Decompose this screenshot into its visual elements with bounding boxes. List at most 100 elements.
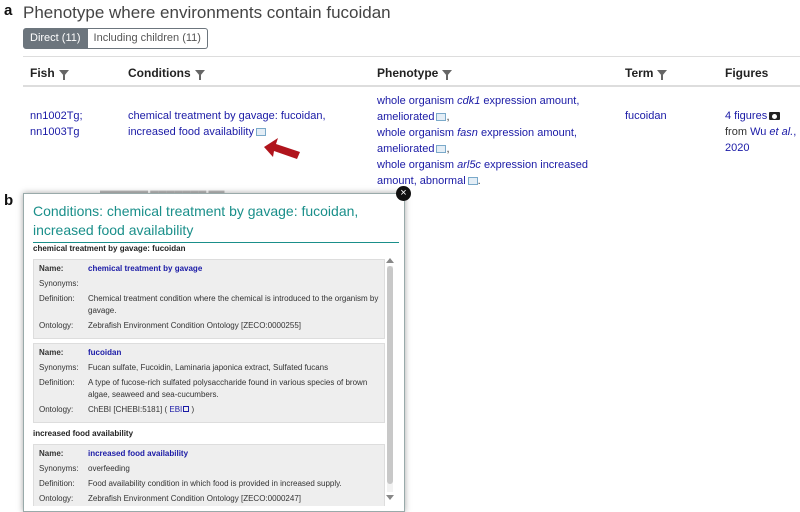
author-text: Wu xyxy=(750,126,770,138)
phenotype-note-icon[interactable] xyxy=(467,177,478,185)
filter-toggle-group: Direct (11) Including children (11) xyxy=(23,28,208,49)
section-heading: chemical treatment by gavage: fucoidan xyxy=(33,244,186,253)
column-header-conditions[interactable]: Conditions xyxy=(128,66,205,80)
label-name: Name: xyxy=(39,264,64,273)
gene-name: arl5c xyxy=(457,159,481,171)
phenotype-text: whole organism xyxy=(377,127,458,139)
column-label: Phenotype xyxy=(377,66,439,80)
conditions-link-2[interactable]: increased food availability xyxy=(128,126,254,138)
panel-label-a: a xyxy=(4,2,13,19)
scroll-up-icon[interactable] xyxy=(386,258,394,263)
table-row: nn1002Tg; nn1003Tg chemical treatment by… xyxy=(23,87,800,197)
phenotype-text: expression increased xyxy=(480,159,588,171)
camera-icon xyxy=(769,112,781,120)
label-name: Name: xyxy=(39,449,64,458)
figures-link[interactable]: 4 figures xyxy=(725,110,767,122)
term-name-link[interactable]: fucoidan xyxy=(88,347,379,359)
close-icon[interactable]: × xyxy=(396,186,411,201)
ontology-value: Zebrafish Environment Condition Ontology… xyxy=(88,494,302,503)
term-detail-box: Name: increased food availability Synonym… xyxy=(33,444,385,506)
phenotype-cell: whole organism cdk1 expression amount, a… xyxy=(377,95,588,187)
definition-value: Chemical treatment condition where the c… xyxy=(88,294,379,315)
term-link[interactable]: fucoidan xyxy=(625,110,667,122)
conditions-link-1[interactable]: chemical treatment by gavage: fucoidan, xyxy=(128,110,326,122)
phenotype-note-icon[interactable] xyxy=(436,145,447,153)
column-header-figures: Figures xyxy=(725,66,768,80)
synonyms-value: Fucan sulfate, Fucoidin, Laminaria japon… xyxy=(88,363,329,372)
panel-label-b: b xyxy=(4,192,14,209)
column-header-term[interactable]: Term xyxy=(625,66,668,80)
column-header-fish[interactable]: Fish xyxy=(30,66,69,80)
scrollbar-thumb[interactable] xyxy=(387,266,393,484)
publication-year-link[interactable]: 2020 xyxy=(725,142,749,154)
phenotype-qualifier-1[interactable]: ameliorated xyxy=(377,111,434,123)
phenotype-note-icon[interactable] xyxy=(436,113,447,121)
label-definition: Definition: xyxy=(39,378,75,387)
et-al-text: et al. xyxy=(769,126,794,138)
phenotype-table: Fish Conditions Phenotype Term Figures n… xyxy=(23,56,800,197)
conditions-popup: Conditions: chemical treatment by gavage… xyxy=(23,193,405,512)
column-label: Conditions xyxy=(128,66,191,80)
label-ontology: Ontology: xyxy=(39,494,74,503)
popup-title: Conditions: chemical treatment by gavage… xyxy=(33,202,399,243)
ontology-value: Zebrafish Environment Condition Ontology… xyxy=(88,321,302,330)
gene-name: fasn xyxy=(457,127,478,139)
phenotype-text: whole organism xyxy=(377,95,458,107)
synonyms-value: overfeeding xyxy=(88,464,130,473)
phenotype-qualifier-3[interactable]: amount, abnormal xyxy=(377,175,466,187)
phenotype-text: expression amount, xyxy=(480,95,580,107)
label-definition: Definition: xyxy=(39,294,75,303)
including-children-toggle-button[interactable]: Including children (11) xyxy=(87,28,208,49)
column-label: Term xyxy=(625,66,654,80)
ontology-value: ChEBI [CHEBI:5181] ( EBI ) xyxy=(88,404,379,416)
term-detail-box: Name: fucoidan Synonyms: Fucan sulfate, Fu… xyxy=(33,343,385,423)
ontology-text: ChEBI [CHEBI:5181] xyxy=(88,405,163,414)
scroll-down-icon[interactable] xyxy=(386,495,394,500)
label-ontology: Ontology: xyxy=(39,321,74,330)
label-ontology: Ontology: xyxy=(39,405,74,414)
figures-from-text: from xyxy=(725,126,751,138)
fish-link-1[interactable]: nn1002Tg; xyxy=(30,110,83,122)
phenotype-text: expression amount, xyxy=(477,127,577,139)
filter-icon[interactable] xyxy=(657,70,668,80)
term-name-link[interactable]: increased food availability xyxy=(88,448,379,460)
term-name-link[interactable]: chemical treatment by gavage xyxy=(88,263,379,275)
table-header: Fish Conditions Phenotype Term Figures xyxy=(23,56,800,87)
phenotype-link-3[interactable]: whole organism arl5c expression increase… xyxy=(377,159,588,171)
term-cell: fucoidan xyxy=(625,108,667,124)
phenotype-link-2[interactable]: whole organism fasn expression amount, xyxy=(377,127,577,139)
fish-cell: nn1002Tg; nn1003Tg xyxy=(30,108,83,140)
red-arrow-icon xyxy=(264,138,300,159)
comma-text: , xyxy=(793,126,797,138)
publication-link[interactable]: Wu et al., xyxy=(750,126,796,138)
popup-scrollbar[interactable] xyxy=(385,258,395,502)
label-synonyms: Synonyms: xyxy=(39,464,79,473)
figures-cell: 4 figures from Wu et al., 2020 xyxy=(725,108,796,156)
ebi-link[interactable]: EBI xyxy=(169,405,182,414)
popup-scroll-area[interactable]: chemical treatment by gavage: fucoidan N… xyxy=(33,244,399,506)
fish-link-2[interactable]: nn1003Tg xyxy=(30,126,80,138)
definition-value: A type of fucose-rich sulfated polysacch… xyxy=(88,378,368,399)
direct-toggle-button[interactable]: Direct (11) xyxy=(23,28,88,49)
phenotype-text: whole organism xyxy=(377,159,458,171)
filter-icon[interactable] xyxy=(58,70,69,80)
gene-name: cdk1 xyxy=(457,95,481,107)
column-label: Fish xyxy=(30,66,55,80)
filter-icon[interactable] xyxy=(194,70,205,80)
paren-text: ) xyxy=(189,405,195,414)
page-title: Phenotype where environments contain fuc… xyxy=(23,3,391,22)
definition-value: Food availability condition in which foo… xyxy=(88,479,342,488)
synonyms-value xyxy=(88,278,379,290)
phenotype-qualifier-2[interactable]: ameliorated xyxy=(377,143,434,155)
label-synonyms: Synonyms: xyxy=(39,363,79,372)
filter-icon[interactable] xyxy=(442,70,453,80)
column-label: Figures xyxy=(725,66,769,80)
section-heading: increased food availability xyxy=(33,429,134,438)
conditions-popup-icon[interactable] xyxy=(255,128,266,136)
label-definition: Definition: xyxy=(39,479,75,488)
column-header-phenotype[interactable]: Phenotype xyxy=(377,66,453,80)
label-name: Name: xyxy=(39,348,64,357)
label-synonyms: Synonyms: xyxy=(39,279,79,288)
term-detail-box: Name: chemical treatment by gavage Synony… xyxy=(33,259,385,339)
phenotype-link-1[interactable]: whole organism cdk1 expression amount, xyxy=(377,95,579,107)
